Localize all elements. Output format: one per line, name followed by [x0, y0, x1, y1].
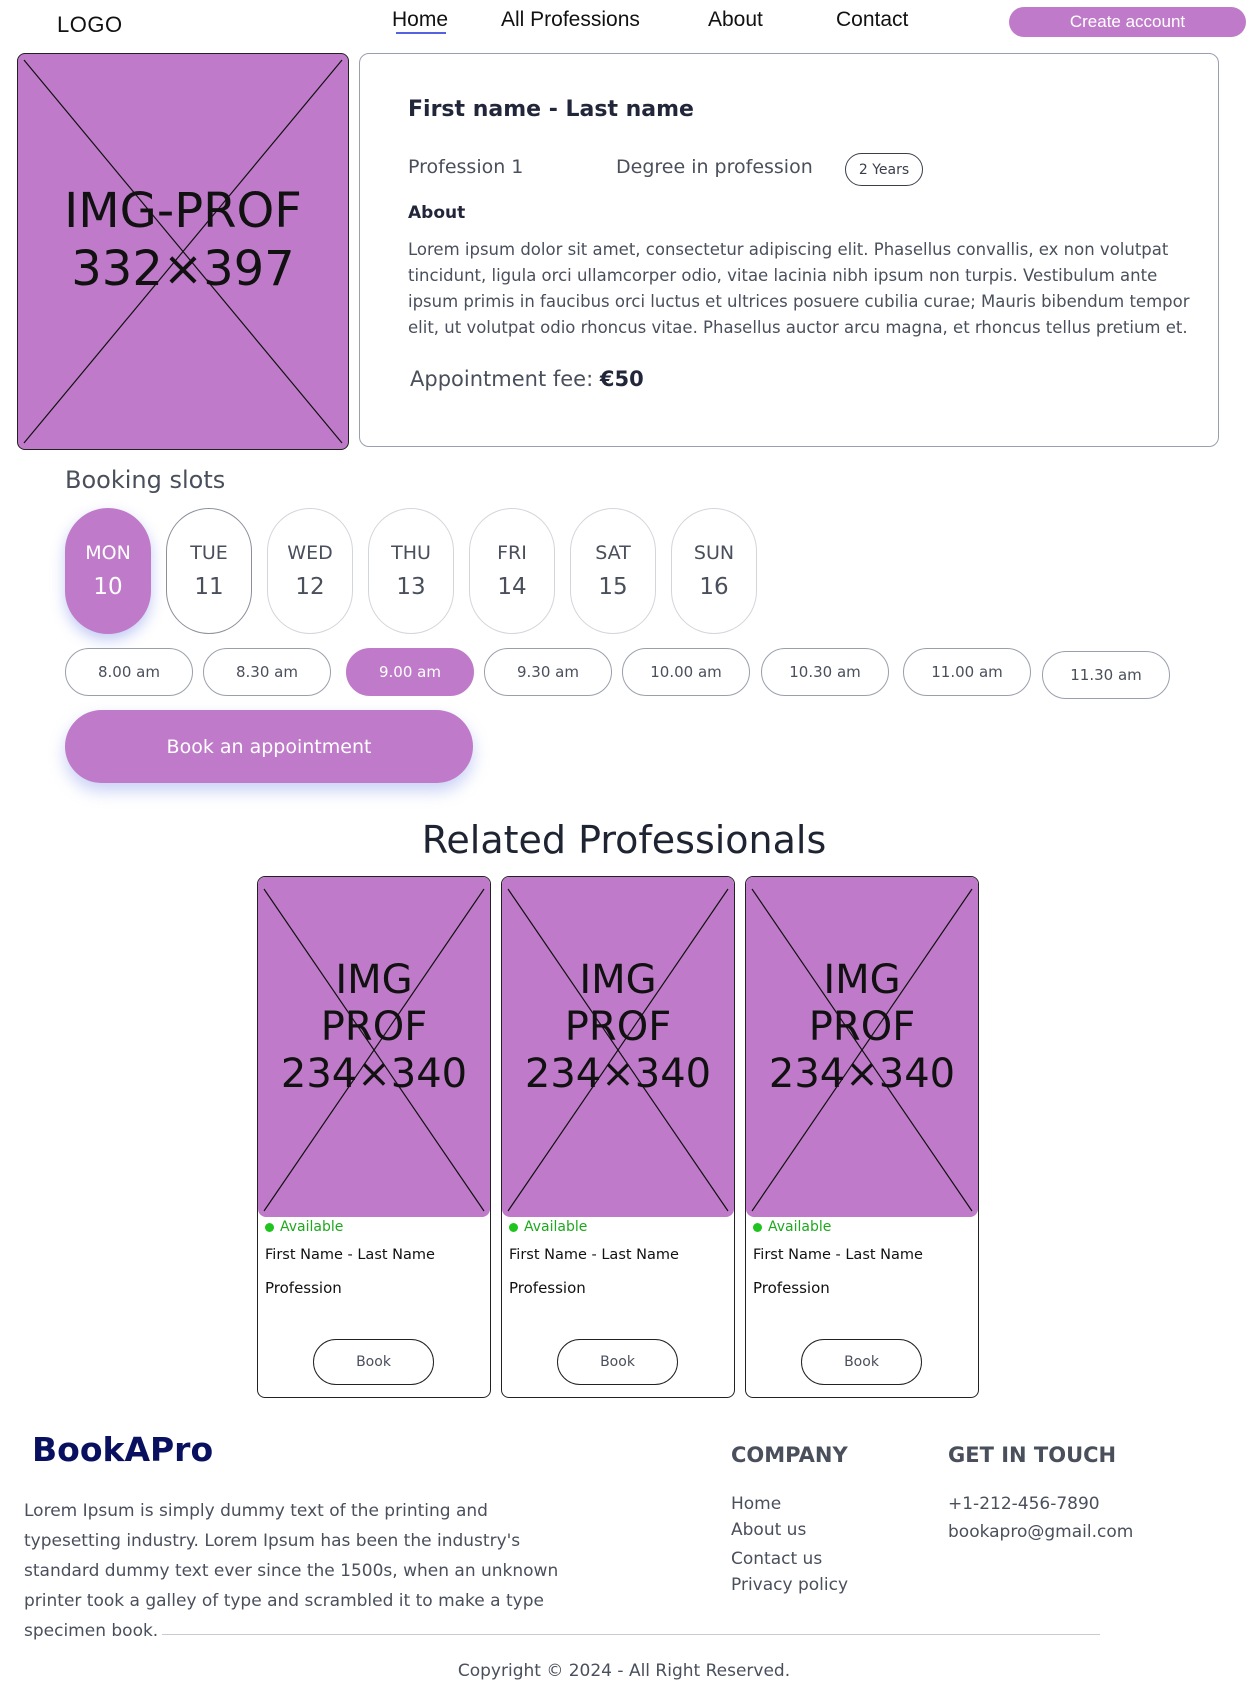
- professional-profession: Profession: [753, 1279, 830, 1297]
- time-slot-selected[interactable]: 9.00 am: [346, 648, 474, 696]
- professional-image-placeholder: IMG PROF 234×340: [258, 877, 490, 1217]
- day-date: 15: [598, 574, 628, 600]
- footer-description: Lorem Ipsum is simply dummy text of the …: [24, 1501, 559, 1641]
- availability-label: Available: [280, 1219, 344, 1235]
- image-label: IMG: [823, 957, 901, 1003]
- professional-card[interactable]: IMG PROF 234×340 Available First Name - …: [501, 876, 735, 1398]
- day-name: WED: [287, 542, 333, 564]
- company-heading: COMPANY: [731, 1443, 848, 1467]
- availability-label: Available: [768, 1219, 832, 1235]
- day-sat[interactable]: SAT 15: [570, 508, 656, 634]
- time-slot[interactable]: 8.00 am: [65, 648, 193, 696]
- nav-about[interactable]: About: [708, 8, 763, 32]
- contact-phone[interactable]: +1-212-456-7890: [948, 1494, 1100, 1514]
- footer-link-home[interactable]: Home: [731, 1494, 781, 1514]
- book-appointment-button[interactable]: Book an appointment: [65, 710, 473, 783]
- book-button[interactable]: Book: [313, 1339, 434, 1385]
- image-size-label: 234×340: [280, 1051, 468, 1097]
- footer-link-privacy-policy[interactable]: Privacy policy: [731, 1575, 848, 1595]
- availability-status: Available: [265, 1219, 343, 1235]
- image-label: PROF: [808, 1004, 916, 1050]
- image-label: PROF: [564, 1004, 672, 1050]
- day-sun[interactable]: SUN 16: [671, 508, 757, 634]
- time-slot[interactable]: 11.30 am: [1042, 651, 1170, 699]
- experience-badge: 2 Years: [845, 153, 923, 186]
- appointment-fee: Appointment fee: €50: [410, 367, 644, 391]
- professional-image-placeholder: IMG PROF 234×340: [502, 877, 734, 1217]
- fee-label: Appointment fee:: [410, 367, 594, 391]
- profile-image-placeholder: IMG-PROF 332×397: [17, 53, 349, 450]
- book-button[interactable]: Book: [557, 1339, 678, 1385]
- book-button[interactable]: Book: [801, 1339, 922, 1385]
- day-date: 10: [93, 574, 123, 600]
- degree-label: Degree in profession: [616, 156, 813, 178]
- day-name: THU: [391, 542, 431, 564]
- footer-link-contact-us[interactable]: Contact us: [731, 1549, 822, 1569]
- professional-profession: Profession: [265, 1279, 342, 1297]
- day-mon[interactable]: MON 10: [65, 508, 151, 634]
- nav-contact[interactable]: Contact: [836, 8, 908, 32]
- create-account-button[interactable]: Create account: [1009, 7, 1246, 37]
- day-name: MON: [85, 542, 131, 564]
- get-in-touch-heading: GET IN TOUCH: [948, 1443, 1117, 1467]
- professional-name: First Name - Last Name: [265, 1247, 435, 1263]
- day-wed[interactable]: WED 12: [267, 508, 353, 634]
- footer-brand[interactable]: BookAPro: [32, 1430, 213, 1469]
- copyright-text: Copyright © 2024 - All Right Reserved.: [457, 1661, 791, 1681]
- profession-label: Profession 1: [408, 156, 524, 178]
- about-text: Lorem ipsum dolor sit amet, consectetur …: [408, 240, 1190, 337]
- status-dot-icon: [509, 1222, 518, 1232]
- time-slot[interactable]: 10.30 am: [761, 648, 889, 696]
- fee-value: €50: [599, 367, 644, 391]
- day-name: TUE: [190, 542, 228, 564]
- day-tue[interactable]: TUE 11: [166, 508, 252, 634]
- professional-name: First Name - Last Name: [509, 1247, 679, 1263]
- availability-status: Available: [509, 1219, 587, 1235]
- professional-profession: Profession: [509, 1279, 586, 1297]
- footer-link-about-us[interactable]: About us: [731, 1520, 806, 1540]
- day-fri[interactable]: FRI 14: [469, 508, 555, 634]
- about-heading: About: [408, 203, 466, 223]
- image-size-label: 234×340: [524, 1051, 712, 1097]
- availability-status: Available: [753, 1219, 831, 1235]
- image-label: IMG: [335, 957, 413, 1003]
- day-date: 13: [396, 574, 426, 600]
- professional-name: First name - Last name: [408, 97, 694, 122]
- image-label: IMG: [579, 957, 657, 1003]
- professional-card[interactable]: IMG PROF 234×340 Available First Name - …: [257, 876, 491, 1398]
- professional-name: First Name - Last Name: [753, 1247, 923, 1263]
- day-date: 14: [497, 574, 527, 600]
- logo[interactable]: LOGO: [57, 12, 123, 38]
- time-slot[interactable]: 11.00 am: [903, 648, 1031, 696]
- time-slot[interactable]: 9.30 am: [484, 648, 612, 696]
- professional-card[interactable]: IMG PROF 234×340 Available First Name - …: [745, 876, 979, 1398]
- nav-active-underline: [396, 32, 446, 34]
- image-size-label: 234×340: [768, 1051, 956, 1097]
- nav-all-professions[interactable]: All Professions: [501, 8, 640, 32]
- image-size-label: 332×397: [71, 241, 295, 297]
- day-date: 16: [699, 574, 729, 600]
- day-thu[interactable]: THU 13: [368, 508, 454, 634]
- availability-label: Available: [524, 1219, 588, 1235]
- status-dot-icon: [265, 1222, 274, 1232]
- day-name: SUN: [693, 542, 735, 564]
- time-slot[interactable]: 10.00 am: [622, 648, 750, 696]
- image-label: IMG-PROF: [64, 183, 302, 239]
- day-date: 11: [194, 574, 224, 600]
- professional-image-placeholder: IMG PROF 234×340: [746, 877, 978, 1217]
- day-name: FRI: [497, 542, 527, 564]
- day-date: 12: [295, 574, 325, 600]
- status-dot-icon: [753, 1222, 762, 1232]
- footer-divider: [162, 1634, 1100, 1635]
- image-label: PROF: [320, 1004, 428, 1050]
- related-professionals-heading: Related Professionals: [421, 818, 827, 862]
- contact-email[interactable]: bookapro@gmail.com: [948, 1522, 1133, 1542]
- time-slot[interactable]: 8.30 am: [203, 648, 331, 696]
- day-name: SAT: [595, 542, 631, 564]
- booking-slots-heading: Booking slots: [65, 466, 226, 494]
- nav-home[interactable]: Home: [392, 8, 448, 32]
